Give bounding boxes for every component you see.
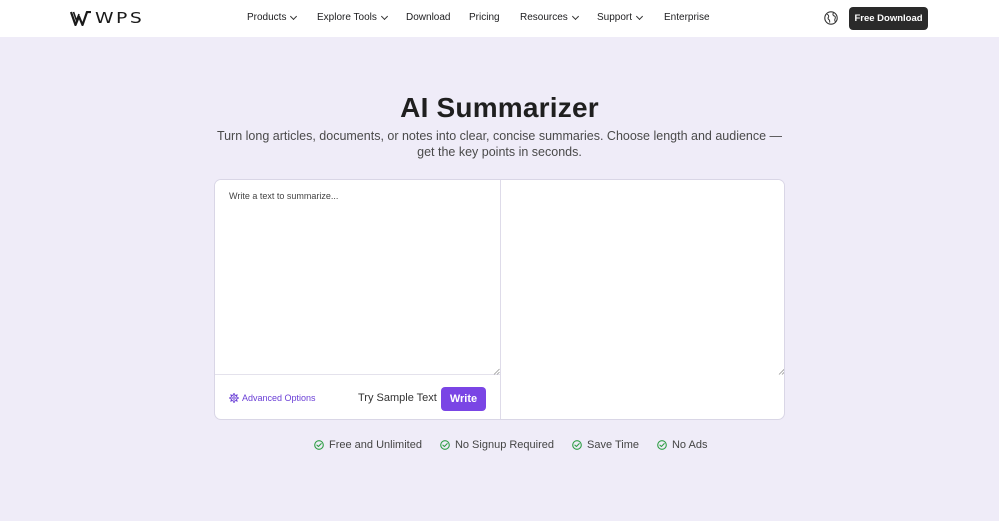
nav-support[interactable]: Support (597, 12, 644, 23)
nav-resources-label: Resources (520, 12, 568, 23)
globe-icon[interactable] (824, 11, 838, 25)
nav-support-label: Support (597, 12, 633, 23)
nav-enterprise[interactable]: Enterprise (664, 12, 710, 23)
feature-list: Free and Unlimited No Signup Required Sa… (314, 439, 707, 451)
chevron-down-icon (571, 12, 579, 20)
chevron-down-icon (380, 12, 388, 20)
feature-item: Free and Unlimited (314, 439, 422, 451)
chevron-down-icon (635, 12, 644, 20)
chevron-down-icon (290, 12, 298, 20)
advanced-options-label: Advanced Options (242, 393, 316, 403)
check-circle-icon (314, 440, 324, 450)
try-sample-text-button[interactable]: Try Sample Text (358, 392, 437, 404)
nav-explore-tools-label: Explore Tools (317, 12, 377, 23)
nav-download-label: Download (406, 12, 451, 23)
page-title: AI Summarizer (400, 92, 599, 123)
feature-label: No Signup Required (454, 439, 555, 451)
resize-handle-icon[interactable] (493, 368, 500, 375)
nav-enterprise-label: Enterprise (664, 12, 710, 23)
free-download-button[interactable]: Free Download (849, 7, 928, 30)
logo-text: WPS (95, 9, 145, 27)
gear-icon (229, 393, 239, 403)
check-circle-icon (657, 440, 667, 450)
nav-pricing[interactable]: Pricing (469, 12, 500, 23)
summarizer-card: Advanced Options Try Sample Text Write (214, 179, 785, 420)
feature-label: No Ads (671, 439, 708, 451)
wps-logo-mark-icon (70, 10, 91, 26)
feature-label: Save Time (587, 439, 639, 451)
feature-item: No Ads (657, 439, 707, 451)
write-button[interactable]: Write (441, 387, 486, 411)
nav-pricing-label: Pricing (469, 12, 500, 23)
page-subtitle: Turn long articles, documents, or notes … (216, 129, 783, 159)
nav-explore-tools[interactable]: Explore Tools (317, 12, 388, 23)
feature-item: Save Time (572, 439, 639, 451)
input-pane: Advanced Options Try Sample Text Write (215, 180, 501, 419)
wps-logo[interactable]: WPS (70, 9, 142, 27)
nav-products[interactable]: Products (247, 12, 298, 23)
top-navigation-bar: WPS Products Explore Tools Download Pric… (0, 0, 999, 37)
nav-download[interactable]: Download (406, 12, 450, 23)
feature-label: Free and Unlimited (329, 439, 422, 451)
check-circle-icon (440, 440, 450, 450)
check-circle-icon (572, 440, 582, 450)
resize-handle-icon[interactable] (778, 368, 785, 375)
nav-resources[interactable]: Resources (520, 12, 579, 23)
advanced-options-link[interactable]: Advanced Options (229, 393, 316, 403)
text-input[interactable] (215, 180, 500, 375)
summary-output[interactable] (501, 180, 784, 375)
feature-item: No Signup Required (440, 439, 554, 451)
nav-products-label: Products (247, 12, 287, 23)
